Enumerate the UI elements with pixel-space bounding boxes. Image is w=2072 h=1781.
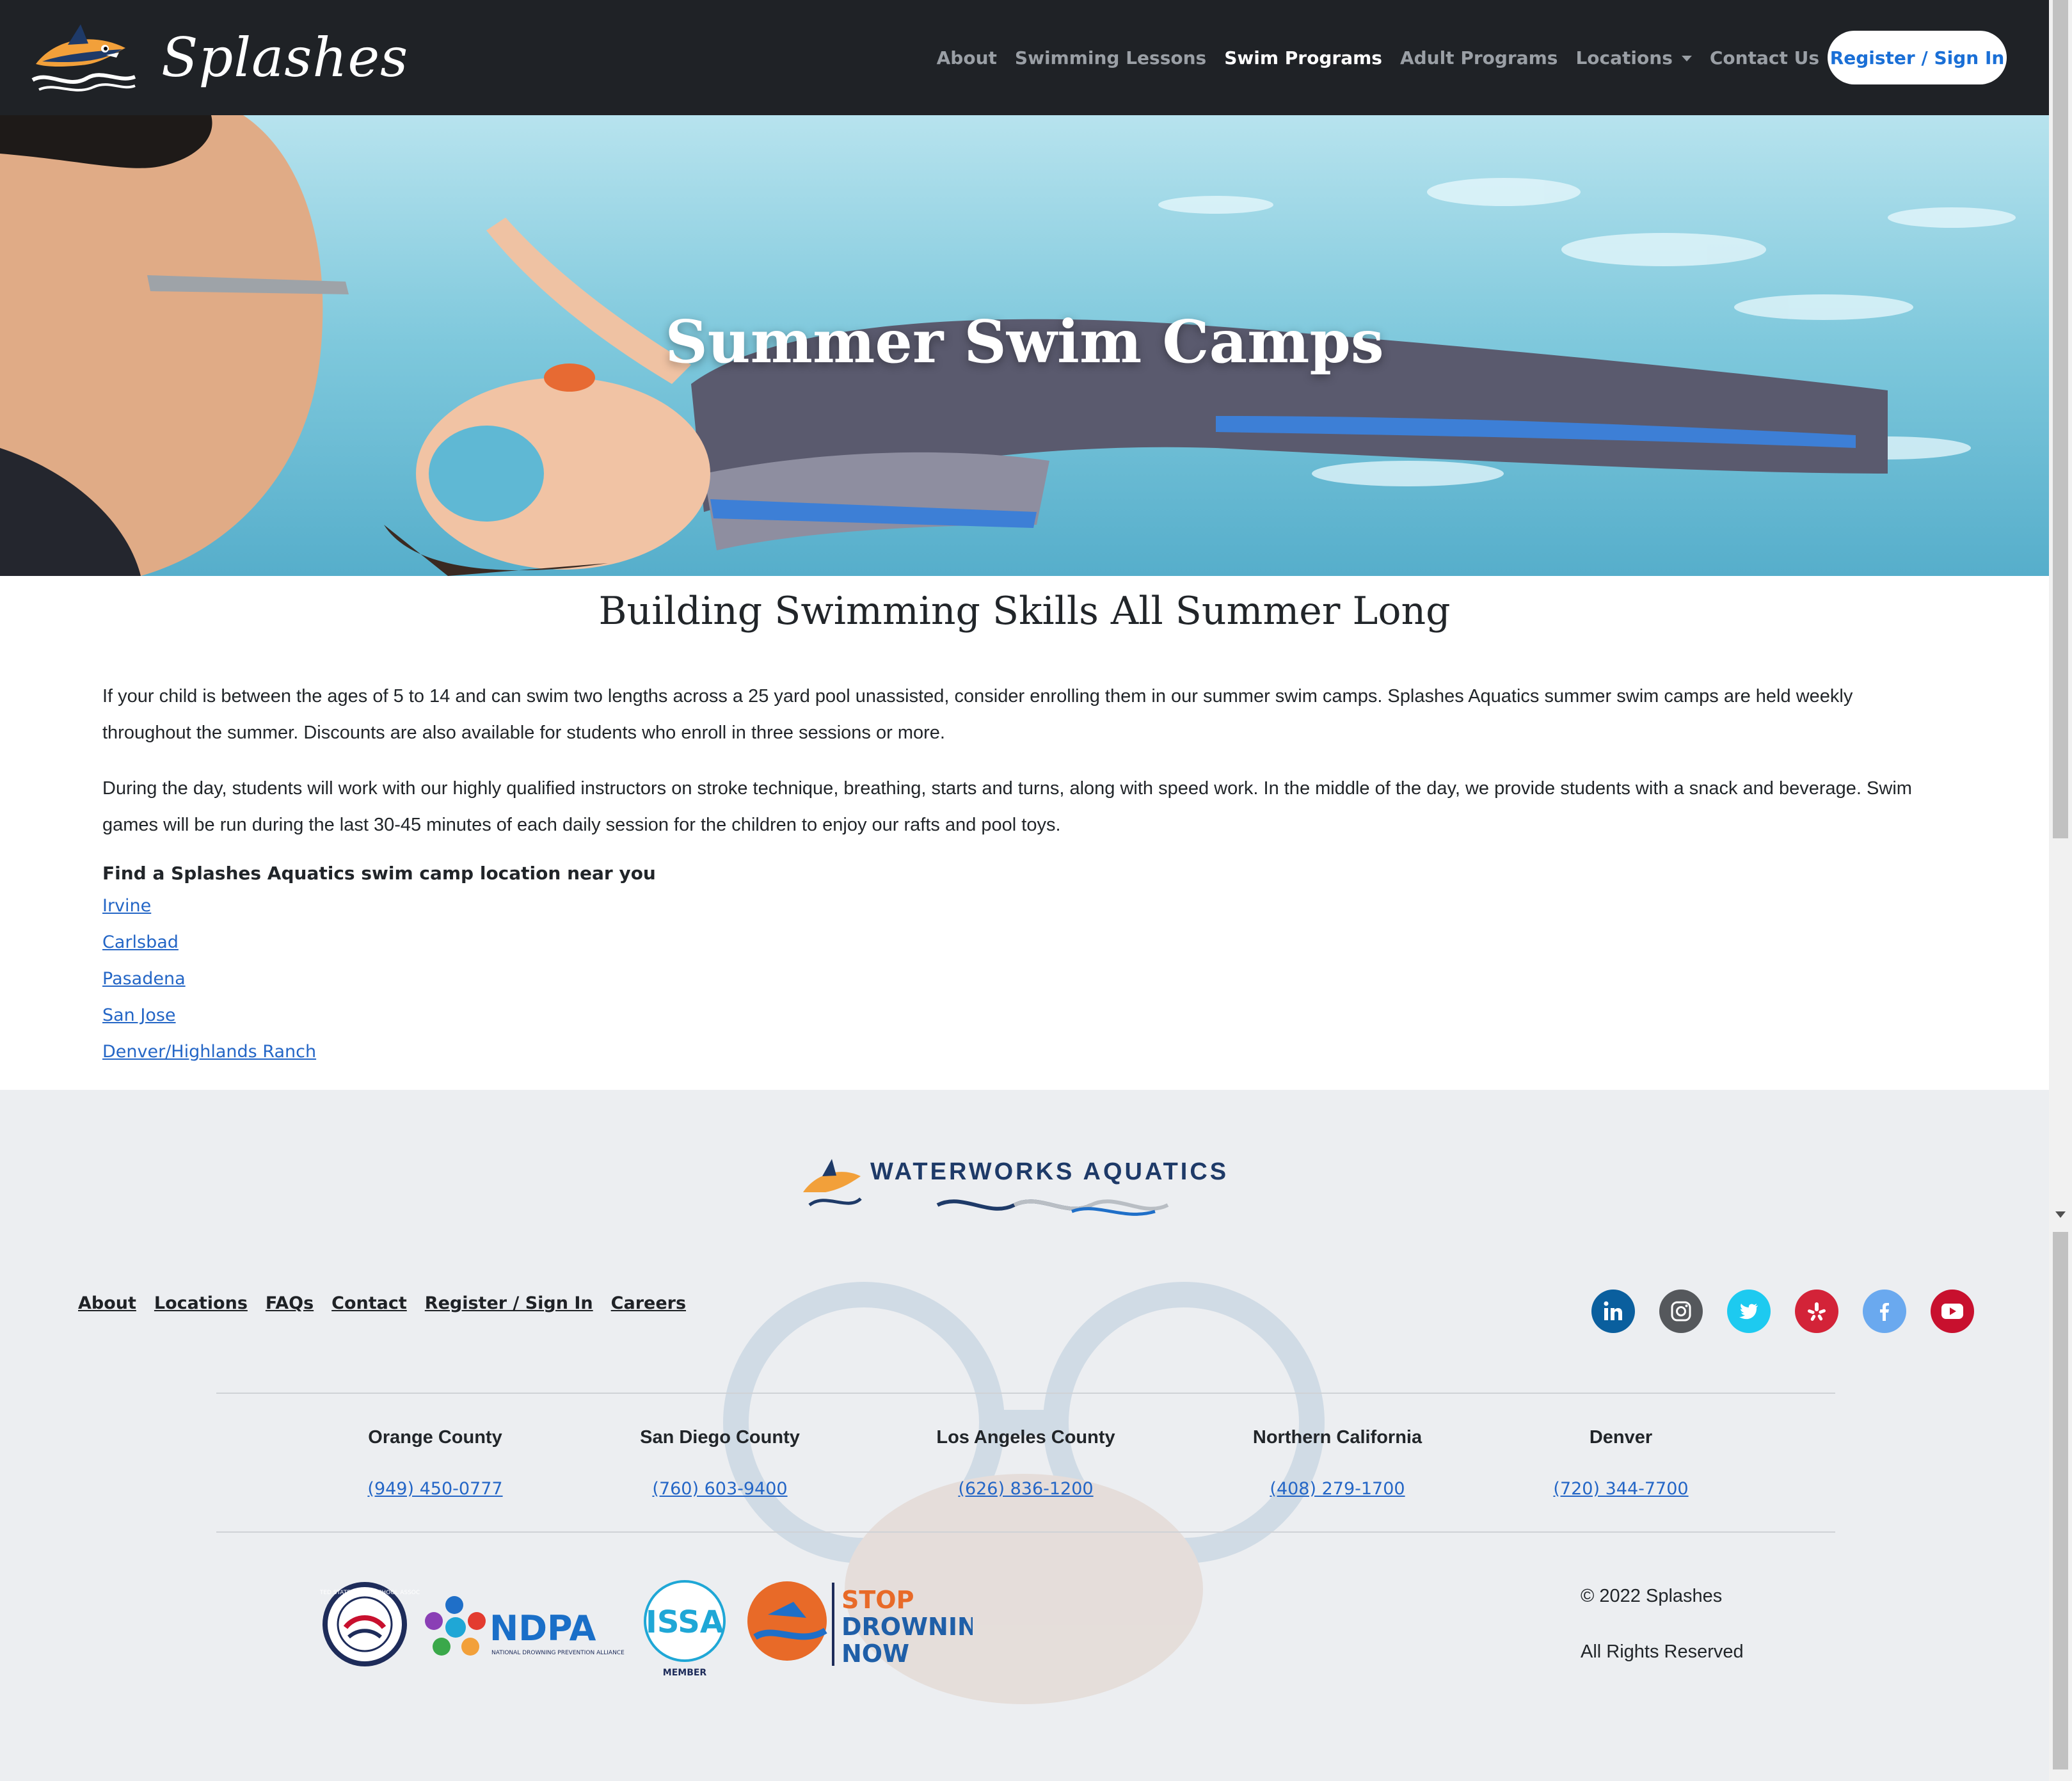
ndpa-logo[interactable]: NDPA NATIONAL DROWNING PREVENTION ALLIAN… <box>425 1596 625 1656</box>
location-link-denver[interactable]: Denver/Highlands Ranch <box>102 1042 316 1062</box>
region-phone-link[interactable]: (949) 450-0777 <box>307 1479 563 1499</box>
stop-drowning-line-2: DROWNING <box>841 1613 973 1641</box>
nav-swimming-lessons[interactable]: Swimming Lessons <box>1006 47 1215 68</box>
region-contacts: Orange County (949) 450-0777 San Diego C… <box>216 1427 1835 1523</box>
nav-swim-programs[interactable]: Swim Programs <box>1215 47 1391 68</box>
rights-reserved-text: All Rights Reserved <box>1581 1641 1744 1662</box>
region-name: Denver <box>1589 1427 1653 1448</box>
scrollbar-lower-thumb[interactable] <box>2053 1232 2068 1769</box>
nav-locations-dropdown[interactable]: Locations <box>1566 47 1700 68</box>
youtube-icon[interactable] <box>1931 1290 1974 1333</box>
footer-link-register[interactable]: Register / Sign In <box>425 1293 593 1313</box>
shark-mascot-icon <box>31 24 136 92</box>
instagram-icon[interactable] <box>1659 1290 1703 1333</box>
nav-locations-label: Locations <box>1575 47 1673 68</box>
region-phone-link[interactable]: (408) 279-1700 <box>1209 1479 1465 1499</box>
region-northern-california: Northern California (408) 279-1700 <box>1209 1427 1465 1499</box>
footer-link-about[interactable]: About <box>78 1293 136 1313</box>
issa-abbr: ISSA <box>646 1604 724 1640</box>
region-phone-link[interactable]: (626) 836-1200 <box>898 1479 1154 1499</box>
region-san-diego-county: San Diego County (760) 603-9400 <box>592 1427 848 1499</box>
region-los-angeles-county: Los Angeles County (626) 836-1200 <box>898 1427 1154 1499</box>
location-list: Irvine Carlsbad Pasadena San Jose Denver… <box>102 888 1945 1070</box>
region-name: San Diego County <box>640 1427 800 1448</box>
page-scrollbar[interactable] <box>2049 0 2072 1781</box>
footer-link-faqs[interactable]: FAQs <box>266 1293 314 1313</box>
linkedin-icon[interactable] <box>1591 1290 1635 1333</box>
footer-divider-top <box>216 1393 1835 1394</box>
social-links <box>1591 1290 1974 1333</box>
region-phone-link[interactable]: (720) 344-7700 <box>1493 1479 1749 1499</box>
region-name: Los Angeles County <box>936 1427 1115 1448</box>
brand-home-link[interactable]: Splashes <box>29 19 408 96</box>
issa-logo[interactable]: ISSA MEMBER <box>644 1580 726 1678</box>
yelp-icon[interactable] <box>1795 1290 1838 1333</box>
scroll-down-arrow-icon[interactable] <box>2055 1211 2066 1218</box>
ussa-logo[interactable]: UNITED STATES SWIM SCHOOL ASSOC <box>320 1582 420 1666</box>
issa-member: MEMBER <box>663 1668 707 1678</box>
region-denver: Denver (720) 344-7700 <box>1493 1427 1749 1499</box>
intro-paragraph: If your child is between the ages of 5 t… <box>102 686 1853 743</box>
location-link-san-jose[interactable]: San Jose <box>102 1005 176 1025</box>
region-phone-link[interactable]: (760) 603-9400 <box>592 1479 848 1499</box>
waterworks-aquatics-logo[interactable]: WATERWORKS AQUATICS <box>797 1147 1245 1231</box>
region-name: Orange County <box>368 1427 502 1448</box>
brand-name: Splashes <box>161 26 409 89</box>
ussa-ring-text: UNITED STATES SWIM SCHOOL ASSOC <box>320 1590 420 1596</box>
footer-link-locations[interactable]: Locations <box>154 1293 248 1313</box>
hero-banner: Summer Swim Camps <box>0 115 2049 576</box>
footer-divider-bottom <box>216 1531 1835 1533</box>
scrollbar-thumb[interactable] <box>2053 0 2068 838</box>
ndpa-abbr: NDPA <box>490 1608 596 1649</box>
location-link-carlsbad[interactable]: Carlsbad <box>102 932 179 952</box>
footer-link-careers[interactable]: Careers <box>611 1293 686 1313</box>
location-link-pasadena[interactable]: Pasadena <box>102 969 186 989</box>
footer-link-contact[interactable]: Contact <box>331 1293 407 1313</box>
stop-drowning-line-3: NOW <box>841 1640 909 1668</box>
site-footer: WATERWORKS AQUATICS About Locations FAQs… <box>0 1090 2049 1781</box>
location-link-irvine[interactable]: Irvine <box>102 896 151 916</box>
region-orange-county: Orange County (949) 450-0777 <box>307 1427 563 1499</box>
ndpa-full-name: NATIONAL DROWNING PREVENTION ALLIANCE <box>491 1650 625 1656</box>
main-content: If your child is between the ages of 5 t… <box>102 678 1945 1070</box>
facebook-icon[interactable] <box>1863 1290 1906 1333</box>
hero-title: Summer Swim Camps <box>665 307 1384 376</box>
copyright-text: © 2022 Splashes <box>1581 1586 1723 1606</box>
chevron-down-icon <box>1681 56 1692 61</box>
footer-links: About Locations FAQs Contact Register / … <box>78 1293 686 1313</box>
region-name: Northern California <box>1252 1427 1423 1448</box>
register-sign-in-button[interactable]: Register / Sign In <box>1828 31 2007 84</box>
section-heading: Building Swimming Skills All Summer Long <box>598 589 1451 634</box>
daily-schedule-paragraph: During the day, students will work with … <box>102 778 1912 835</box>
top-navbar: Splashes About Swimming Lessons Swim Pro… <box>0 0 2049 115</box>
twitter-icon[interactable] <box>1727 1290 1771 1333</box>
stop-drowning-line-1: STOP <box>841 1586 914 1614</box>
find-location-title: Find a Splashes Aquatics swim camp locat… <box>102 863 656 884</box>
main-nav: About Swimming Lessons Swim Programs Adu… <box>928 0 1828 115</box>
nav-contact-us[interactable]: Contact Us <box>1701 47 1828 68</box>
waterworks-aquatics-wordmark: WATERWORKS AQUATICS <box>870 1158 1229 1185</box>
stop-drowning-now-logo[interactable]: STOP DROWNING NOW <box>747 1581 973 1668</box>
nav-adult-programs[interactable]: Adult Programs <box>1391 47 1567 68</box>
partner-logos: UNITED STATES SWIM SCHOOL ASSOC NDPA NAT… <box>320 1580 973 1678</box>
nav-about[interactable]: About <box>928 47 1006 68</box>
